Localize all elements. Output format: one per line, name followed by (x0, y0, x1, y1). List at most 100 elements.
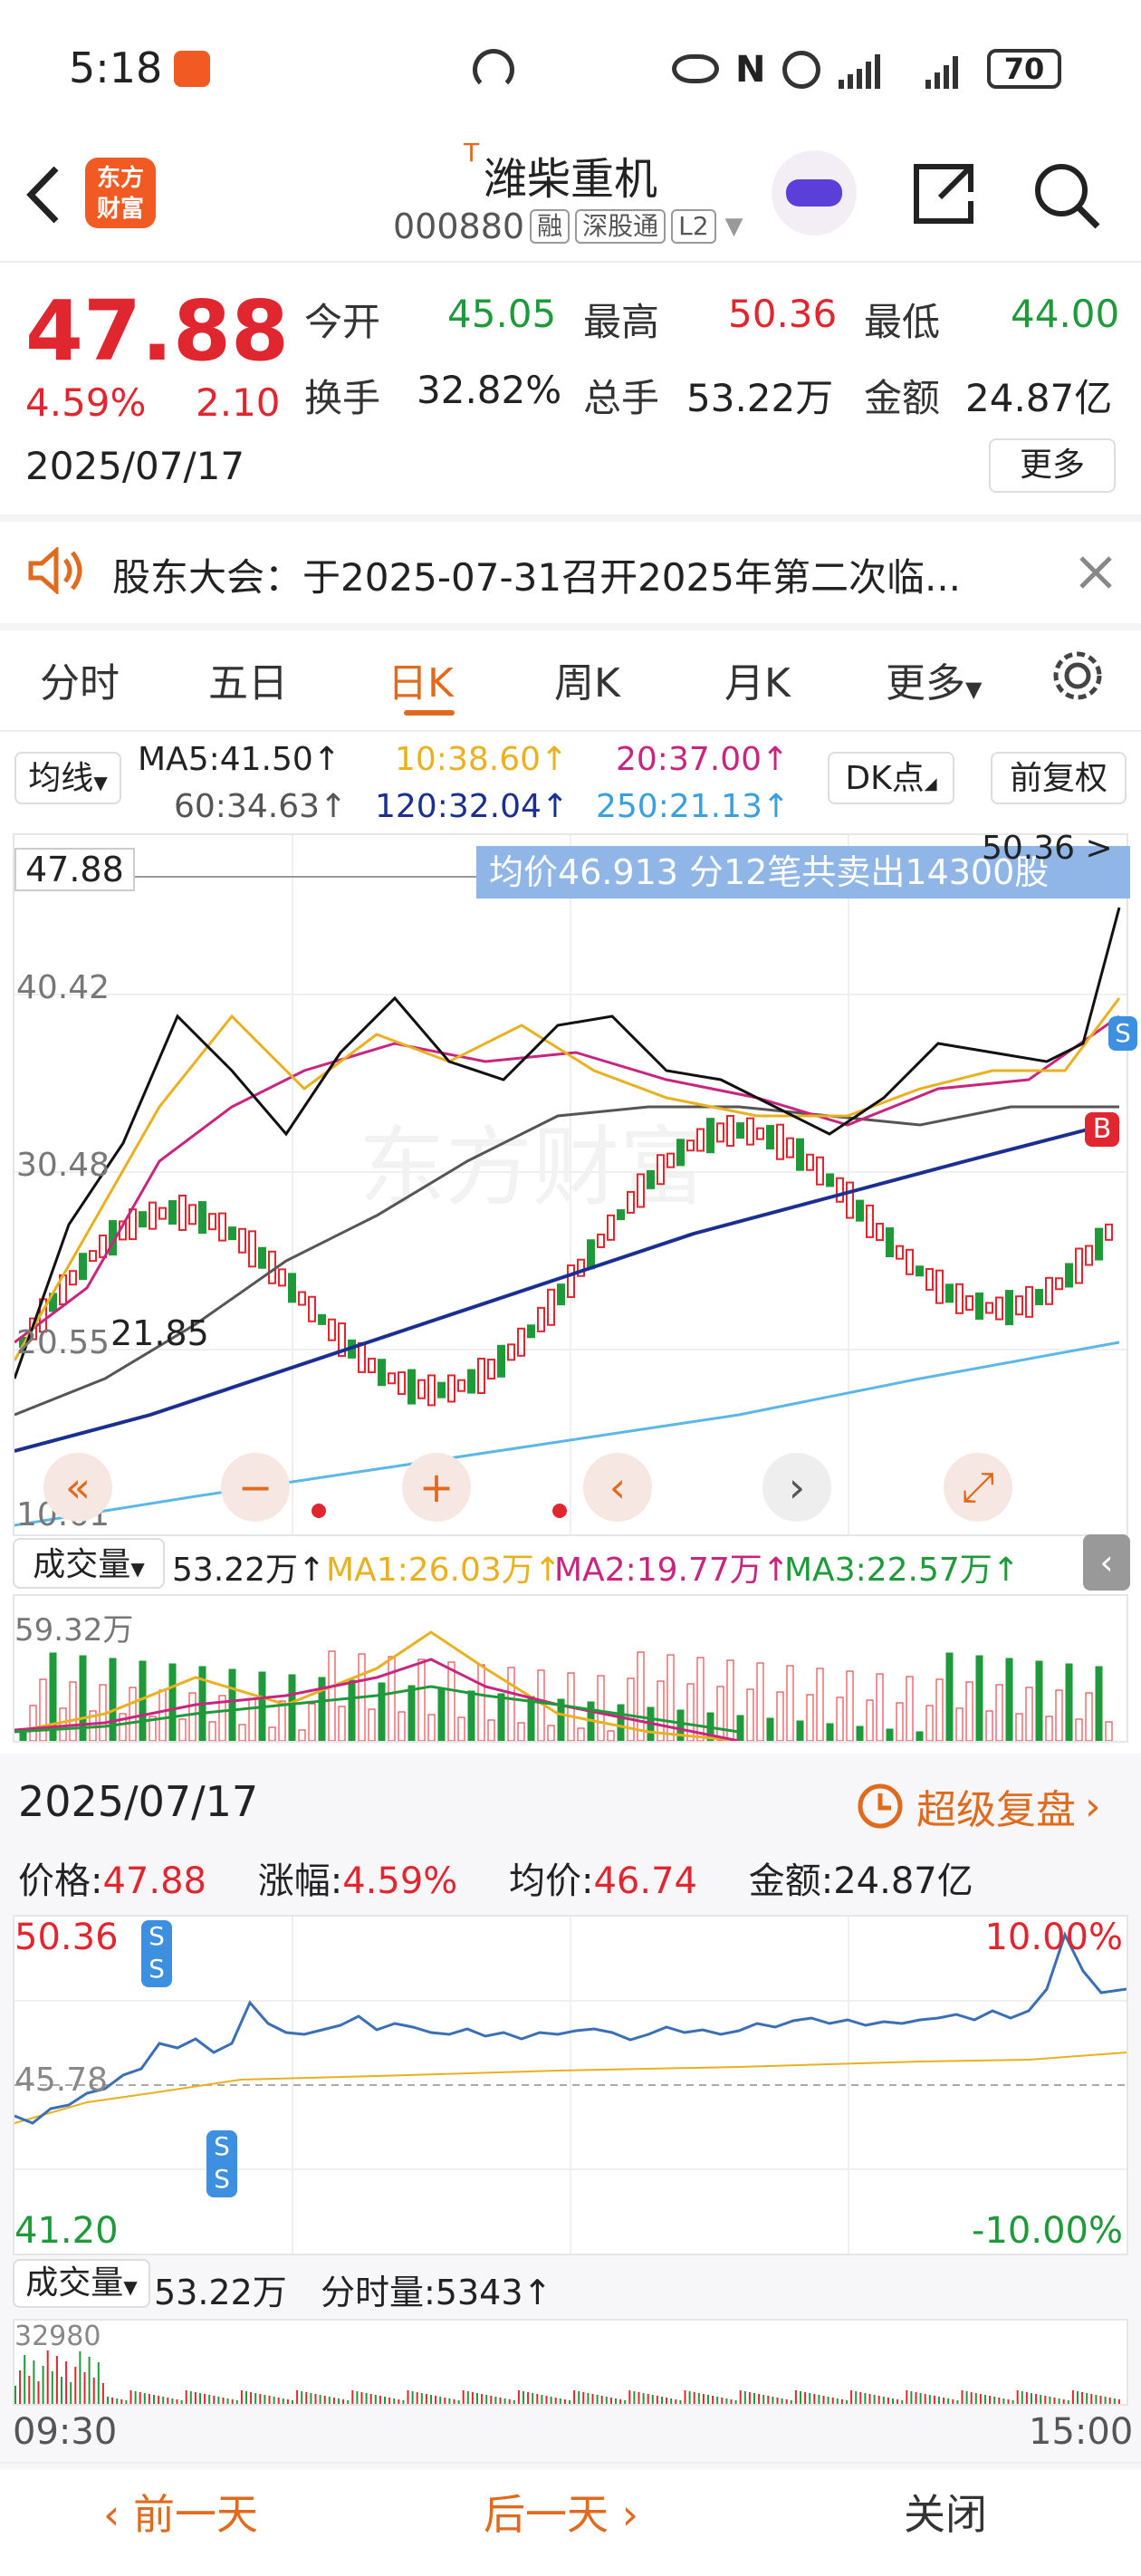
volume-bar (597, 1675, 605, 1741)
volume-bar (617, 1704, 625, 1741)
candle (587, 1239, 595, 1270)
intraday-volume-bar (245, 2391, 247, 2404)
watermark: 东方财富 (359, 1117, 706, 1218)
intraday-volume-bar (901, 2400, 904, 2404)
candle (826, 1173, 834, 1187)
amount-value: 24.87亿 (965, 376, 1113, 420)
prev-day-button[interactable]: ‹ 前一天 (103, 2482, 258, 2542)
volume-value: 53.22万 (686, 376, 834, 420)
candle (89, 1250, 97, 1263)
notice-text[interactable]: 股东大会：于2025-07-31召开2025年第二次临... (112, 547, 1000, 602)
intraday-volume-bar (46, 2350, 49, 2404)
rewind-button[interactable]: « (43, 1453, 112, 1522)
intraday-volume-chart[interactable]: 32980 (13, 2319, 1128, 2406)
collapse-button[interactable]: ‹ (1083, 1534, 1130, 1591)
intraday-volume-bar (83, 2372, 86, 2404)
tab-monthly-k[interactable]: 月K (724, 650, 791, 708)
prev-button[interactable]: ‹ (583, 1453, 652, 1522)
volume-bar (696, 1657, 705, 1741)
volume-bar (786, 1665, 794, 1741)
close-button[interactable]: 关闭 (904, 2482, 987, 2542)
intraday-volume-bar (435, 2396, 437, 2404)
intraday-volume-bar (153, 2395, 155, 2404)
tab-intraday[interactable]: 分时 (40, 650, 120, 708)
intraday-volume-bar (384, 2397, 386, 2404)
intraday-volume-bar (273, 2397, 275, 2404)
intraday-volume-bar (28, 2376, 31, 2404)
volume-bar (188, 1692, 197, 1741)
next-button[interactable]: › (762, 1453, 831, 1522)
adjust-button[interactable]: 前复权 (991, 752, 1127, 804)
volume-chart[interactable]: 59.32万 (13, 1594, 1128, 1743)
intraday-volume-bar (813, 2394, 816, 2404)
intraday-volume-bar (979, 2394, 982, 2404)
share-icon[interactable] (909, 159, 978, 228)
volume-bar (139, 1660, 147, 1741)
stock-prefix-mark: T (464, 138, 480, 168)
close-icon[interactable] (1078, 554, 1114, 591)
volume-bar (408, 1685, 416, 1741)
volume-bar (1105, 1721, 1113, 1741)
tab-more[interactable]: 更多▼ (886, 650, 982, 708)
volume-bar (1095, 1666, 1103, 1741)
super-replay-link[interactable]: 超级复盘 › (855, 1777, 1101, 1835)
tab-five-day[interactable]: 五日 (208, 650, 288, 708)
intraday-chart[interactable]: 50.36 10.00% 45.78 41.20 -10.00% SS SS (13, 1915, 1128, 2255)
intraday-volume-bar (1044, 2396, 1047, 2404)
intraday-volume-bar (707, 2395, 709, 2404)
candle (896, 1245, 904, 1260)
back-icon[interactable] (24, 163, 63, 226)
volume-bar (896, 1702, 904, 1741)
volume-bar (846, 1670, 854, 1741)
candle (527, 1324, 535, 1339)
tab-weekly-k[interactable]: 周K (554, 650, 620, 708)
intraday-volume-bar (578, 2391, 580, 2404)
tab-daily-k[interactable]: 日K (388, 650, 454, 708)
search-icon[interactable] (1031, 159, 1103, 232)
intraday-volume-bar (398, 2399, 400, 2404)
volume-bar (726, 1659, 734, 1741)
candle (876, 1223, 884, 1242)
chevron-down-icon: ▼ (93, 772, 108, 793)
volume-bar (637, 1651, 645, 1741)
intraday-volume-bar (993, 2397, 996, 2404)
detail-date: 2025/07/17 (18, 1777, 259, 1826)
chevron-down-icon: ▼ (724, 213, 743, 240)
intraday-volume-bar (569, 2400, 570, 2404)
intraday-volume-bar (301, 2391, 303, 2404)
intraday-volume-bar (772, 2397, 774, 2404)
intraday-volume-bar (393, 2398, 396, 2404)
volume-selector[interactable]: 成交量▼ (13, 1538, 165, 1589)
intraday-volume-bar (411, 2391, 414, 2404)
zoom-in-button[interactable]: + (402, 1453, 471, 1522)
amount-label: 金额 (864, 376, 941, 420)
gear-icon[interactable] (1050, 649, 1105, 703)
dk-point-button[interactable]: DK点◢ (828, 752, 954, 804)
stock-code-row[interactable]: 000880 融 深股通 L2 ▼ (393, 207, 743, 246)
robot-assistant-icon[interactable] (772, 150, 857, 235)
intraday-volume-bar (14, 2386, 16, 2404)
intraday-volume-selector[interactable]: 成交量▼ (13, 2259, 150, 2308)
more-button[interactable]: 更多 (989, 438, 1116, 493)
intraday-volume-bar (296, 2390, 299, 2404)
intraday-volume-bar (679, 2400, 682, 2404)
kline-chart[interactable]: 东方财富 47.88 均价46.913 分12笔共卖出14300股 50.36 … (13, 830, 1137, 1536)
zoom-out-button[interactable]: − (221, 1453, 290, 1522)
candle (158, 1206, 167, 1220)
intraday-low: 41.20 (14, 2210, 119, 2252)
intraday-volume-bar (596, 2395, 599, 2404)
candle (806, 1153, 814, 1171)
intraday-volume-bar (633, 2391, 636, 2404)
intraday-volume-bar (1007, 2399, 1010, 2404)
s-marker-icon: SS (141, 1920, 172, 1987)
intraday-volume-bar (836, 2398, 839, 2404)
ma-selector[interactable]: 均线▼ (14, 752, 121, 804)
next-day-button[interactable]: 后一天 › (484, 2482, 638, 2542)
volume-bar (507, 1667, 515, 1741)
fullscreen-button[interactable]: ⤢ (944, 1453, 1012, 1522)
intraday-volume-bar (938, 2397, 940, 2404)
intraday-volume-bar (933, 2396, 935, 2404)
intraday-volume-bar (1117, 2399, 1120, 2404)
alarm-icon (782, 51, 820, 89)
intraday-volume-bar (65, 2361, 68, 2404)
